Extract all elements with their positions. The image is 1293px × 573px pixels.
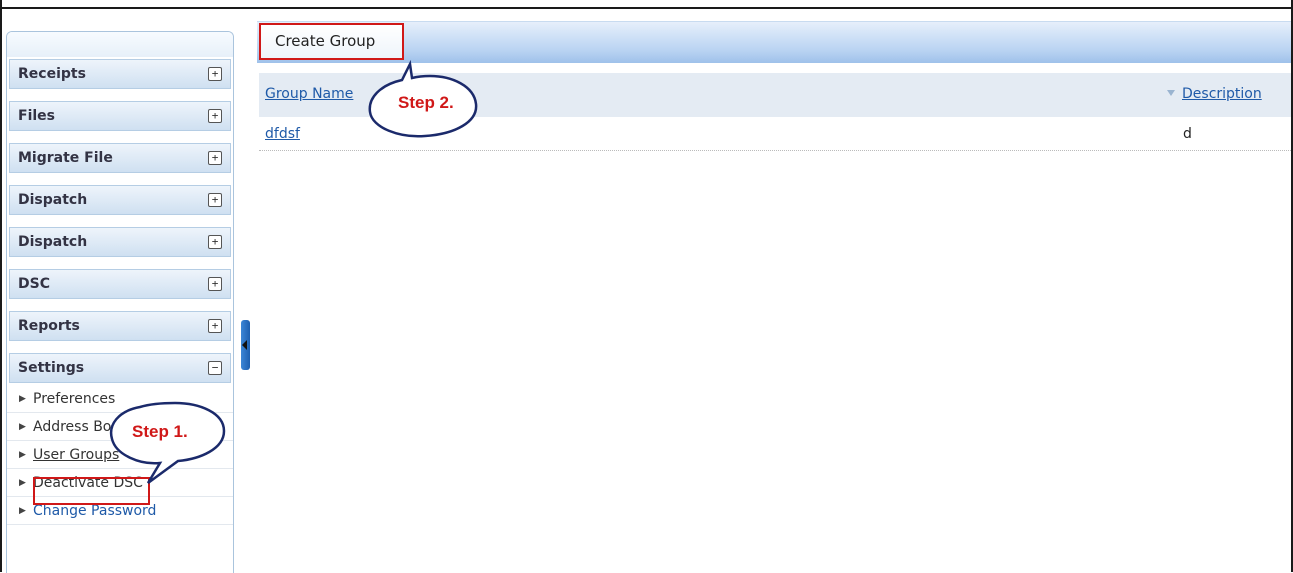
sidebar-section-label: Reports (18, 318, 80, 334)
sidebar-section-receipts[interactable]: Receipts + (9, 59, 231, 89)
triangle-right-icon: ▶ (19, 394, 26, 404)
expand-icon[interactable]: + (208, 235, 222, 249)
window-top-border (0, 0, 1293, 9)
step1-callout (109, 401, 226, 485)
collapse-icon[interactable]: − (208, 361, 222, 375)
sidebar-section-files[interactable]: Files + (9, 101, 231, 131)
sidebar-section-label: DSC (18, 276, 50, 292)
sidebar-topbar (7, 32, 233, 57)
sidebar-section-label: Dispatch (18, 192, 88, 208)
sidebar-section-dispatch-2[interactable]: Dispatch + (9, 227, 231, 257)
window-left-border (0, 0, 2, 572)
submenu-item-label: Change Password (33, 503, 157, 519)
step2-callout (368, 59, 478, 138)
triangle-right-icon: ▶ (19, 422, 26, 432)
step1-callout-bubble (109, 401, 226, 485)
expand-icon[interactable]: + (208, 319, 222, 333)
sidebar-collapse-handle[interactable] (241, 320, 250, 370)
sidebar-section-label: Migrate File (18, 150, 113, 166)
sidebar-section-dispatch[interactable]: Dispatch + (9, 185, 231, 215)
sidebar-section-reports[interactable]: Reports + (9, 311, 231, 341)
triangle-right-icon: ▶ (19, 478, 26, 488)
step2-callout-text: Step 2. (398, 93, 454, 112)
column-header-group-name[interactable]: Group Name (265, 86, 353, 102)
expand-icon[interactable]: + (208, 277, 222, 291)
expand-icon[interactable]: + (208, 151, 222, 165)
sidebar-section-label: Settings (18, 360, 85, 376)
triangle-right-icon: ▶ (19, 450, 26, 460)
sidebar-section-label: Receipts (18, 66, 86, 82)
expand-icon[interactable]: + (208, 67, 222, 81)
sidebar-section-label: Dispatch (18, 234, 88, 250)
group-name-cell[interactable]: dfdsf (265, 126, 300, 142)
sidebar-section-dsc[interactable]: DSC + (9, 269, 231, 299)
column-header-description[interactable]: Description (1182, 86, 1262, 102)
sidebar-section-migrate-file[interactable]: Migrate File + (9, 143, 231, 173)
sort-down-icon (1167, 90, 1175, 96)
expand-icon[interactable]: + (208, 193, 222, 207)
sidebar-section-settings[interactable]: Settings − (9, 353, 231, 383)
step1-callout-text: Step 1. (132, 422, 188, 441)
triangle-right-icon: ▶ (19, 506, 26, 516)
description-cell: d (1183, 126, 1192, 142)
expand-icon[interactable]: + (208, 109, 222, 123)
sidebar-section-label: Files (18, 108, 55, 124)
